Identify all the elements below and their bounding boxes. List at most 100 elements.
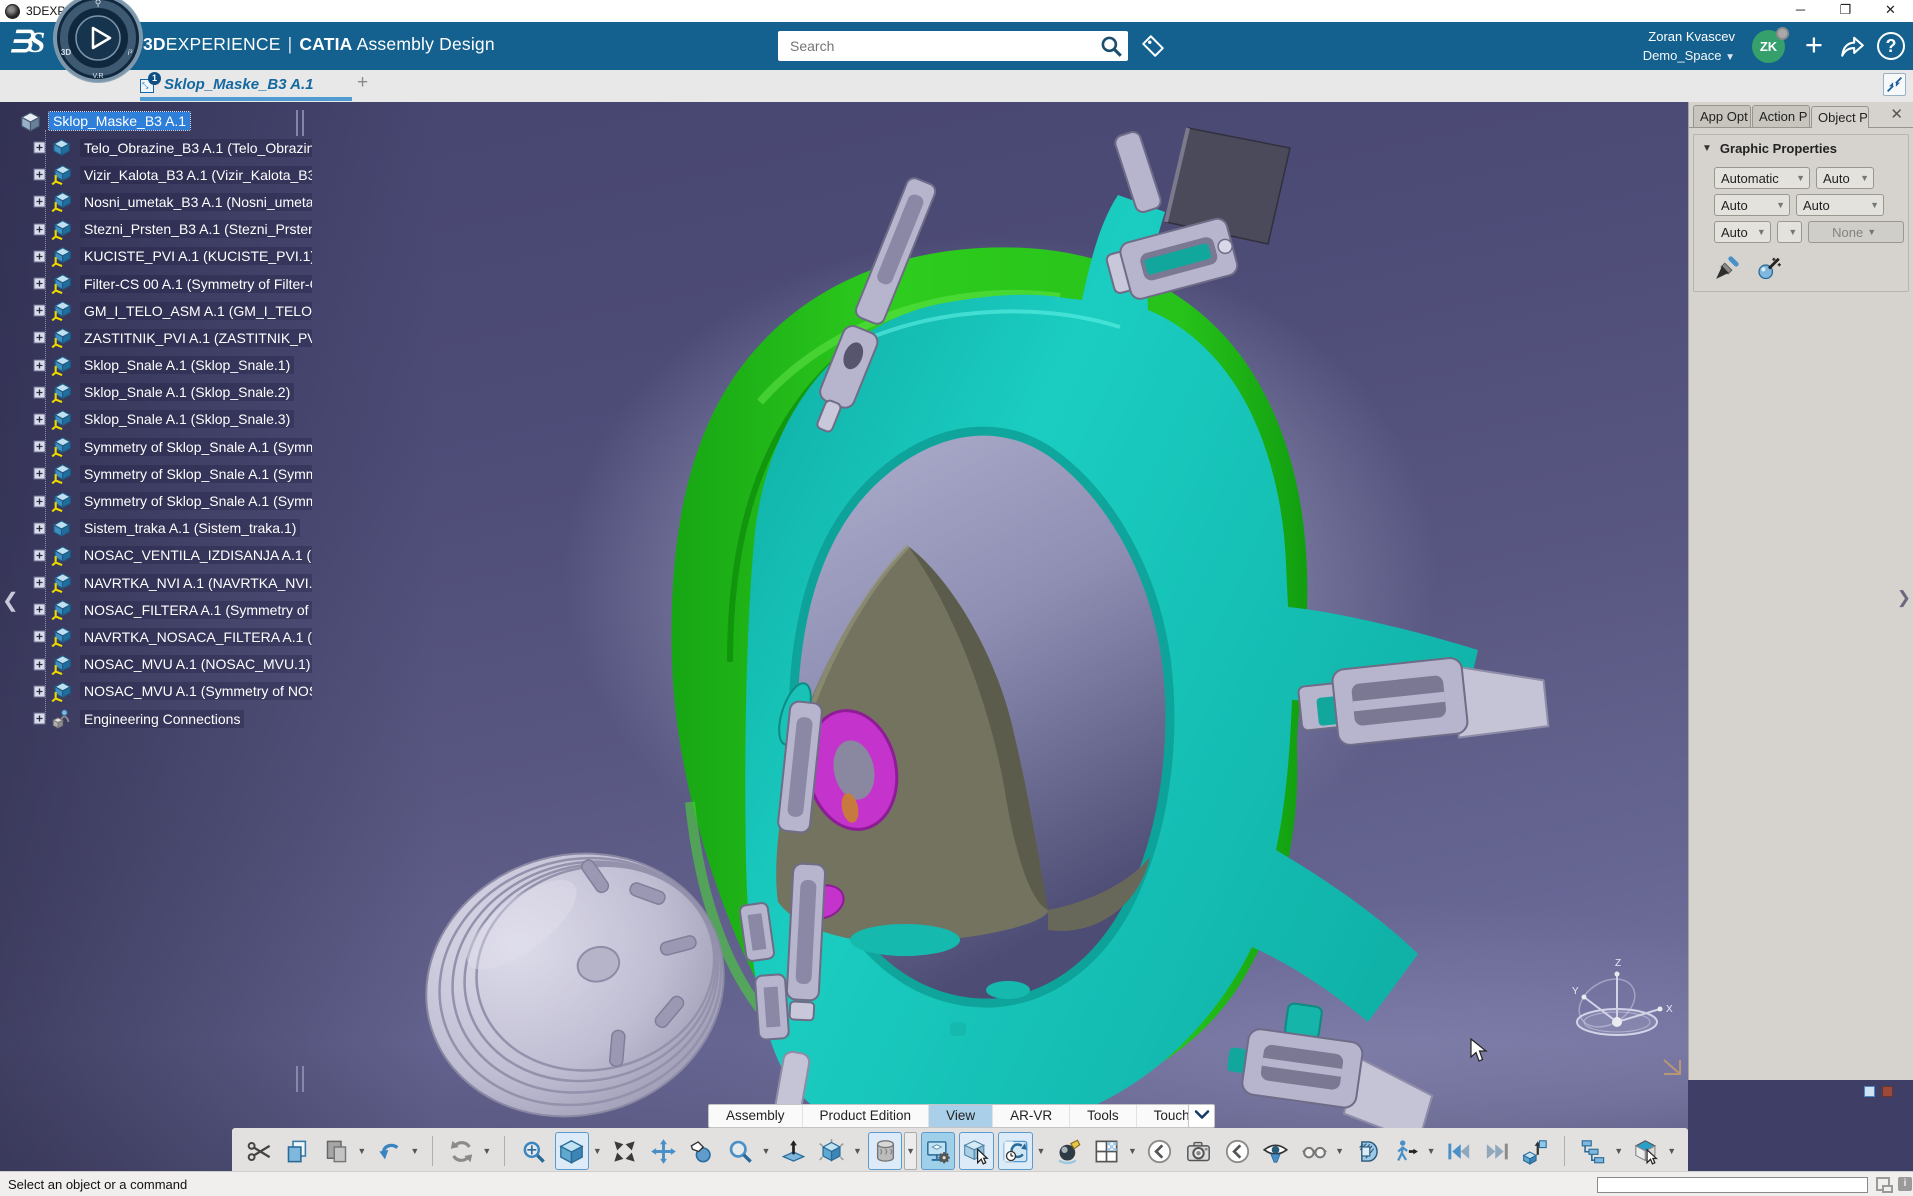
zoom-button[interactable] — [723, 1132, 758, 1170]
rotate-button[interactable] — [685, 1132, 720, 1170]
expand-toggle-icon[interactable] — [33, 495, 46, 508]
shading-options-dropdown[interactable]: ▼ — [904, 1132, 917, 1170]
expand-toggle-icon[interactable] — [33, 223, 46, 236]
view-hidden-edges-dropdown[interactable]: ▼ — [851, 1132, 863, 1170]
new-tab-button[interactable]: + — [357, 72, 368, 94]
document-tab[interactable]: ⤡ 1 Sklop_Maske_B3 A.1 — [140, 70, 314, 98]
render-style-button[interactable] — [1051, 1132, 1086, 1170]
search-icon[interactable] — [1098, 33, 1124, 59]
center-on-selection-button[interactable] — [608, 1132, 643, 1170]
copy-button[interactable] — [281, 1132, 316, 1170]
tree-item[interactable]: Telo_Obrazine_B3 A.1 (Telo_Obrazine — [12, 134, 312, 161]
update-dropdown[interactable]: ▼ — [481, 1132, 493, 1170]
tree-item[interactable]: Vizir_Kalota_B3 A.1 (Vizir_Kalota_B3.1 — [12, 161, 312, 188]
tree-item[interactable]: Sklop_Snale A.1 (Sklop_Snale.1) — [12, 352, 312, 379]
specification-tree[interactable]: Sklop_Maske_B3 A.1 Telo_Obrazine_B3 A.1 … — [12, 108, 312, 732]
capture-button[interactable] — [1181, 1132, 1216, 1170]
graphic-property-combo[interactable]: ▼ — [1777, 221, 1803, 243]
expand-toggle-icon[interactable] — [33, 467, 46, 480]
minimize-button[interactable]: ─ — [1778, 0, 1823, 22]
ambience-settings-button[interactable] — [921, 1132, 956, 1170]
collapse-window-icon[interactable] — [1883, 73, 1906, 96]
expand-toggle-icon[interactable] — [33, 440, 46, 453]
expand-toggle-icon[interactable] — [33, 277, 46, 290]
ribbon-expand-button[interactable] — [1188, 1104, 1215, 1128]
walk-fly-button[interactable] — [1388, 1132, 1423, 1170]
avatar[interactable]: ZK — [1752, 30, 1785, 63]
cut-button[interactable] — [242, 1132, 277, 1170]
tree-item[interactable]: Sklop_Snale A.1 (Sklop_Snale.3) — [12, 406, 312, 433]
zoom-dropdown[interactable]: ▼ — [760, 1132, 772, 1170]
overlapping-windows-icon[interactable] — [1876, 1177, 1890, 1191]
tree-item[interactable]: Sistem_traka A.1 (Sistem_traka.1) — [12, 515, 312, 542]
ribbon-tab-tools[interactable]: Tools — [1070, 1105, 1137, 1127]
scroll-previous-button[interactable] — [1143, 1132, 1178, 1170]
chevron-down-icon[interactable]: ▼ — [1860, 173, 1869, 183]
walk-fly-dropdown[interactable]: ▼ — [1425, 1132, 1437, 1170]
panel-tab-action-p[interactable]: Action P — [1752, 105, 1810, 127]
sectioning-button[interactable] — [1350, 1132, 1385, 1170]
split-views-button[interactable] — [1090, 1132, 1125, 1170]
tree-item[interactable]: ZASTITNIK_PVI A.1 (ZASTITNIK_PVI.1) — [12, 324, 312, 351]
close-button[interactable]: ✕ — [1868, 0, 1913, 22]
share-icon[interactable] — [1839, 34, 1865, 60]
expand-toggle-icon[interactable] — [33, 250, 46, 263]
visualization-accessories-button[interactable] — [1297, 1132, 1332, 1170]
expand-toggle-icon[interactable] — [33, 304, 46, 317]
expand-toggle-icon[interactable] — [33, 658, 46, 671]
expand-toggle-icon[interactable] — [33, 576, 46, 589]
chevron-down-icon[interactable]: ▼ — [1776, 200, 1785, 210]
tree-item[interactable]: Symmetry of Sklop_Snale A.1 (Symme — [12, 433, 312, 460]
search-input[interactable] — [788, 37, 1098, 55]
iso-view-dropdown[interactable]: ▼ — [591, 1132, 603, 1170]
graphic-property-combo[interactable]: Auto▼ — [1816, 167, 1874, 189]
power-input-field[interactable] — [1597, 1177, 1868, 1193]
expand-toggle-icon[interactable] — [33, 331, 46, 344]
search-bar[interactable] — [778, 31, 1128, 61]
wizard-icon[interactable] — [1756, 255, 1782, 281]
tree-resize-handle[interactable] — [296, 110, 304, 136]
tree-item[interactable]: NAVRTKA_NOSACA_FILTERA A.1 (Syr — [12, 623, 312, 650]
pan-button[interactable] — [646, 1132, 681, 1170]
restore-button[interactable]: ❐ — [1823, 0, 1868, 22]
tree-root[interactable]: Sklop_Maske_B3 A.1 — [12, 108, 312, 134]
panel-close-icon[interactable]: ✕ — [1890, 105, 1909, 127]
restore-initial-state-button[interactable] — [1441, 1132, 1476, 1170]
tree-item[interactable]: GM_I_TELO_ASM A.1 (GM_I_TELO_A: — [12, 297, 312, 324]
expand-toggle-icon[interactable] — [33, 413, 46, 426]
add-button[interactable]: + — [1805, 28, 1823, 62]
chevron-down-icon[interactable]: ▼ — [1867, 227, 1876, 237]
expand-toggle-icon[interactable] — [33, 386, 46, 399]
expand-toggle-icon[interactable] — [33, 630, 46, 643]
update-on-demand-dropdown[interactable]: ▼ — [1035, 1132, 1047, 1170]
split-views-dropdown[interactable]: ▼ — [1126, 1132, 1138, 1170]
graphic-property-combo[interactable]: None▼ — [1808, 221, 1904, 243]
chevron-down-icon[interactable]: ▼ — [1725, 52, 1735, 63]
ribbon-tab-assembly[interactable]: Assembly — [709, 1105, 803, 1127]
ribbon-tab-product-edition[interactable]: Product Edition — [803, 1105, 930, 1127]
undo-dropdown[interactable]: ▼ — [409, 1132, 421, 1170]
3ds-logo[interactable]: ᗱS — [10, 26, 42, 60]
tree-item[interactable]: Sklop_Snale A.1 (Sklop_Snale.2) — [12, 379, 312, 406]
graphic-property-combo[interactable]: Auto▼ — [1714, 221, 1771, 243]
expand-toggle-icon[interactable] — [33, 549, 46, 562]
view-hidden-edges-button[interactable] — [815, 1132, 850, 1170]
explode-button[interactable] — [1518, 1132, 1553, 1170]
visibility-swap-icon[interactable] — [1864, 1086, 1875, 1097]
user-info[interactable]: Zoran Kvascev Demo_Space ▼ — [1643, 27, 1735, 67]
scroll-next-button[interactable] — [1220, 1132, 1255, 1170]
tree-item[interactable]: NOSAC_VENTILA_IZDISANJA A.1 (NC — [12, 542, 312, 569]
tree-item[interactable]: Symmetry of Sklop_Snale A.1 (Symme — [12, 487, 312, 514]
tree-item[interactable]: Engineering Connections — [12, 705, 312, 732]
view-gizmo[interactable] — [1570, 969, 1662, 1036]
expand-toggle-icon[interactable] — [33, 603, 46, 616]
normal-view-button[interactable] — [776, 1132, 811, 1170]
graphic-property-combo[interactable]: Auto▼ — [1796, 194, 1884, 216]
tree-item[interactable]: Stezni_Prsten_B3 A.1 (Stezni_Prsten_E — [12, 216, 312, 243]
design-mode-tree-dropdown[interactable]: ▼ — [1612, 1132, 1624, 1170]
tree-item[interactable]: NOSAC_MVU A.1 (NOSAC_MVU.1) — [12, 651, 312, 678]
update-on-demand-button[interactable] — [998, 1132, 1033, 1170]
box-selection-button[interactable] — [959, 1132, 994, 1170]
collapse-right-panel-icon[interactable]: ❯ — [1897, 588, 1911, 608]
panel-tab-object-p[interactable]: Object P — [1811, 106, 1869, 128]
